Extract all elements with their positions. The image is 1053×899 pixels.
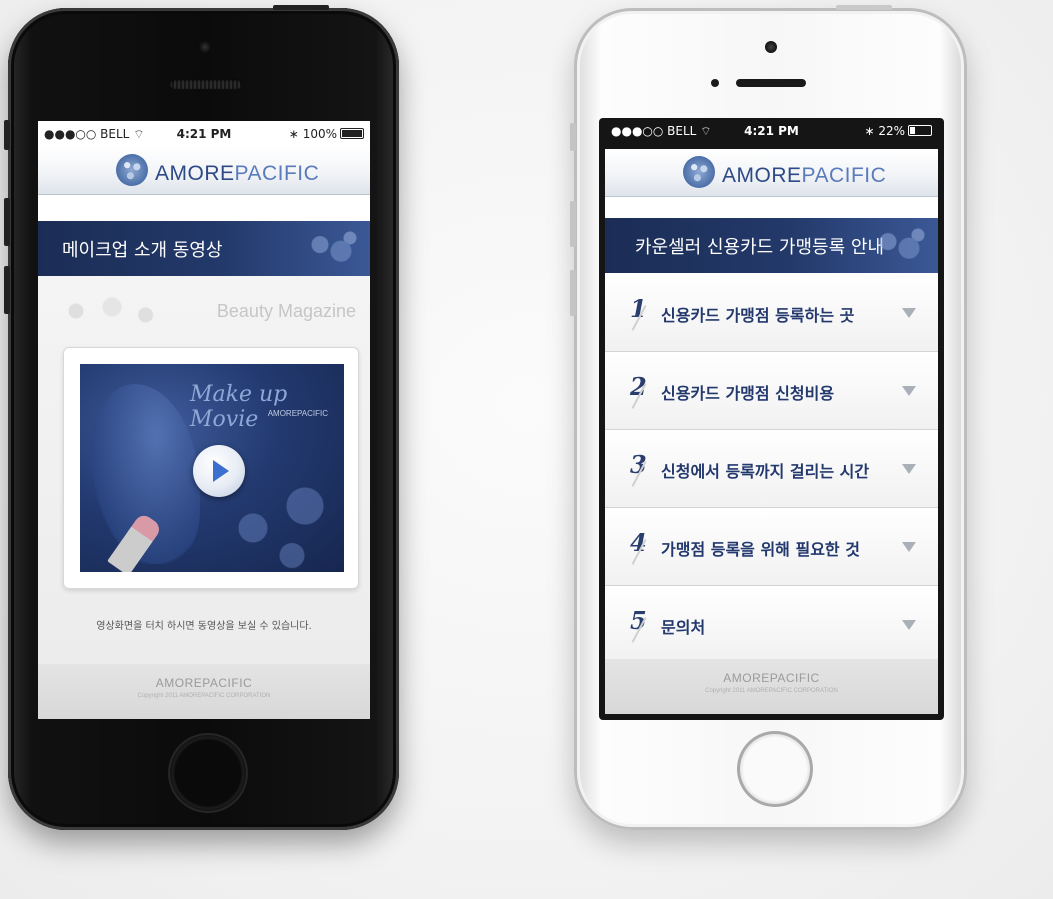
play-icon[interactable] (193, 445, 245, 497)
list-item[interactable]: 5 문의처 (605, 586, 938, 664)
screen-black: ●●●○○ BELL ⌔ 4:21 PM ∗ 100% AMOREPACIFIC… (38, 121, 370, 719)
footer: AMOREPACIFIC Copyright 2011 AMOREPACIFIC… (605, 659, 938, 714)
footer: AMOREPACIFIC Copyright 2011 AMOREPACIFIC… (38, 664, 370, 719)
footer-copyright: Copyright 2011 AMOREPACIFIC CORPORATION (705, 688, 838, 694)
screen-content: ●●●○○ BELL ⌔ 4:21 PM ∗ 22% AMOREPACIFIC … (605, 125, 938, 714)
floral-decoration (870, 224, 930, 268)
front-camera (199, 41, 211, 53)
page-title: 카운셀러 신용카드 가맹등록 안내 (635, 237, 885, 258)
battery-icon (340, 128, 364, 139)
home-button (737, 731, 813, 807)
logo-emblem-icon (116, 154, 148, 186)
page-title: 메이크업 소개 동영상 (62, 240, 223, 261)
chevron-down-icon[interactable] (902, 620, 916, 630)
item-label: 신용카드 가맹점 신청비용 (661, 384, 835, 403)
video-hint-text: 영상화면을 터치 하시면 동영상을 보실 수 있습니다. (96, 621, 312, 632)
chevron-down-icon[interactable] (902, 464, 916, 474)
mute-switch (570, 123, 576, 151)
item-label: 신청에서 등록까지 걸리는 시간 (661, 462, 870, 481)
status-bar: ●●●○○ BELL ⌔ 4:21 PM ∗ 22% (605, 125, 938, 149)
sleep-button (273, 5, 329, 10)
mockup-scene: ●●●○○ BELL ⌔ 4:21 PM ∗ 100% AMOREPACIFIC… (0, 0, 1053, 899)
chevron-down-icon[interactable] (902, 308, 916, 318)
chevron-down-icon[interactable] (902, 542, 916, 552)
video-title: Make up Movie (190, 382, 288, 432)
video-thumbnail[interactable]: Make up Movie AMOREPACIFIC (80, 364, 344, 572)
list-item[interactable]: 3 신청에서 등록까지 걸리는 시간 (605, 430, 938, 508)
item-label: 문의처 (661, 618, 706, 637)
battery-status: ∗ 22% (864, 125, 932, 138)
footer-copyright: Copyright 2011 AMOREPACIFIC CORPORATION (137, 693, 271, 699)
magazine-label: Beauty Magazine (216, 301, 356, 321)
floral-ornament (52, 291, 172, 331)
screen-white: ●●●○○ BELL ⌔ 4:21 PM ∗ 22% AMOREPACIFIC … (599, 118, 944, 720)
battery-status: ∗ 100% (289, 127, 364, 141)
phone-black: ●●●○○ BELL ⌔ 4:21 PM ∗ 100% AMOREPACIFIC… (4, 5, 399, 830)
mute-switch (4, 120, 10, 150)
sleep-button (836, 5, 892, 10)
list-item[interactable]: 4 가맹점 등록을 위해 필요한 것 (605, 508, 938, 586)
battery-icon (908, 125, 932, 136)
chevron-down-icon[interactable] (902, 386, 916, 396)
volume-down-button (4, 266, 10, 314)
item-label: 가맹점 등록을 위해 필요한 것 (661, 540, 860, 559)
home-button (168, 733, 248, 813)
floral-decoration (302, 227, 362, 271)
brand-logo: AMOREPACIFIC (722, 164, 887, 187)
earpiece-speaker (170, 79, 242, 89)
status-bar: ●●●○○ BELL ⌔ 4:21 PM ∗ 100% (38, 121, 370, 147)
volume-down-button (570, 270, 576, 316)
page-title-bar: 메이크업 소개 동영상 (38, 221, 370, 276)
list-item[interactable]: 1 신용카드 가맹점 등록하는 곳 (605, 274, 938, 352)
footer-logo: AMOREPACIFIC (155, 676, 253, 690)
front-camera (765, 41, 777, 53)
proximity-sensor (711, 79, 719, 87)
earpiece-speaker (736, 79, 806, 87)
video-subtitle: AMOREPACIFIC (267, 409, 328, 418)
bluetooth-icon: ∗ (288, 127, 299, 141)
logo-emblem-icon (683, 156, 715, 188)
list-item[interactable]: 2 신용카드 가맹점 신청비용 (605, 352, 938, 430)
volume-up-button (4, 198, 10, 246)
bluetooth-icon: ∗ (864, 125, 875, 138)
brand-header[interactable]: AMOREPACIFIC (605, 149, 938, 197)
brand-header[interactable]: AMOREPACIFIC (38, 147, 370, 195)
accordion-list: 1 신용카드 가맹점 등록하는 곳 2 신용카드 가맹점 신청비용 3 신청에서… (605, 274, 938, 664)
video-card[interactable]: Make up Movie AMOREPACIFIC (63, 347, 359, 589)
page-title-bar: 카운셀러 신용카드 가맹등록 안내 (605, 218, 938, 273)
volume-up-button (570, 201, 576, 247)
footer-logo: AMOREPACIFIC (723, 671, 820, 685)
brand-logo: AMOREPACIFIC (155, 162, 320, 185)
phone-white: ●●●○○ BELL ⌔ 4:21 PM ∗ 22% AMOREPACIFIC … (570, 5, 967, 830)
item-label: 신용카드 가맹점 등록하는 곳 (661, 306, 855, 325)
